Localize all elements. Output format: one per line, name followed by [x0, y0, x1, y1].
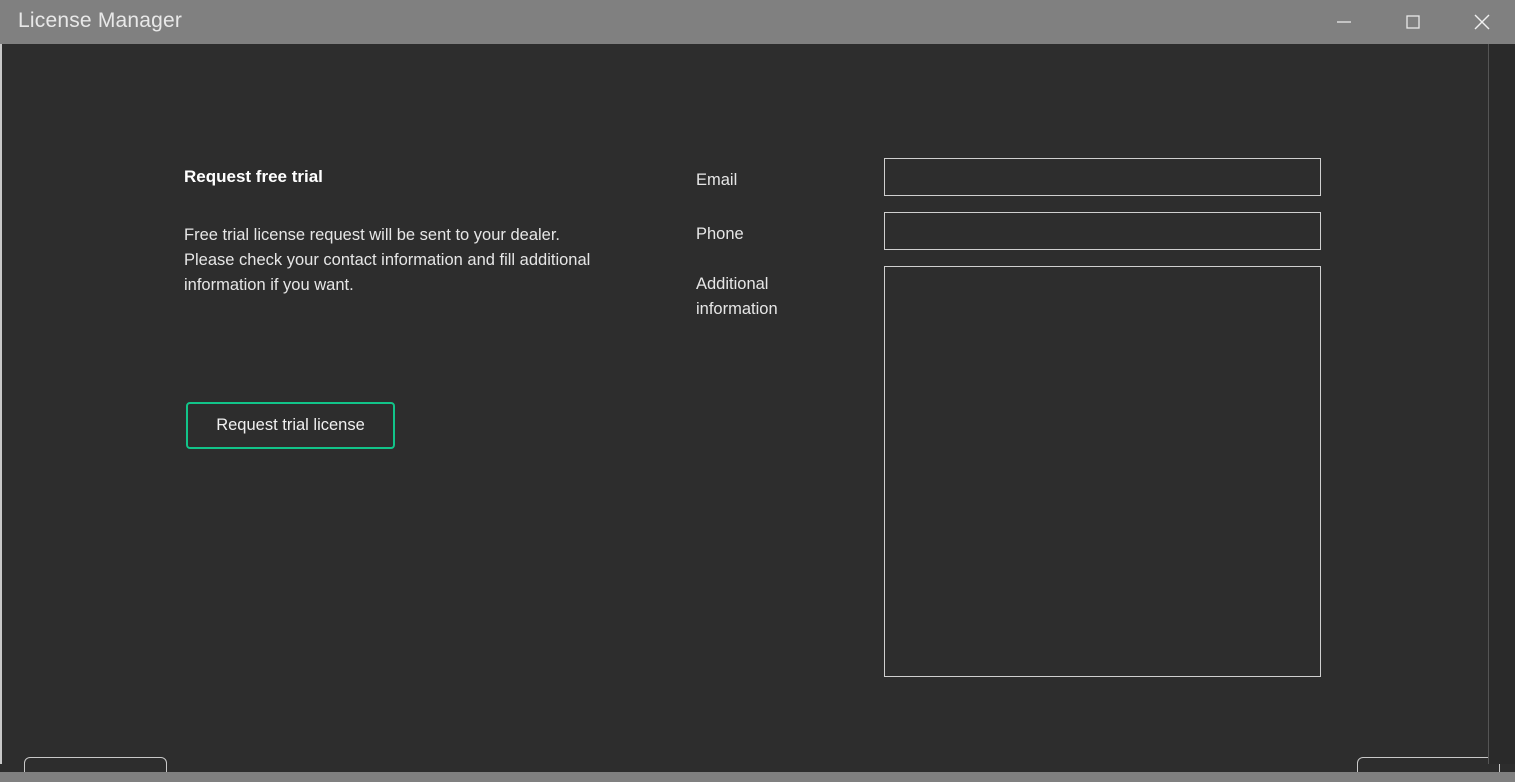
request-trial-license-button[interactable]: Request trial license: [186, 402, 395, 449]
minimize-button[interactable]: [1309, 0, 1378, 44]
title-bar[interactable]: License Manager: [0, 0, 1515, 44]
phone-label: Phone: [696, 222, 744, 247]
close-icon: [1471, 11, 1493, 33]
additional-information-textarea[interactable]: [884, 266, 1321, 677]
panel-description: Free trial license request will be sent …: [184, 223, 614, 298]
close-window-button[interactable]: [1447, 0, 1515, 44]
additional-information-label: Additional information: [696, 272, 836, 322]
email-input[interactable]: [884, 158, 1321, 196]
window-title: License Manager: [18, 9, 182, 33]
maximize-button[interactable]: [1378, 0, 1447, 44]
license-manager-window: License Manager: [0, 0, 1515, 782]
page-title: Request free trial: [184, 167, 323, 187]
taskbar-strip: [0, 772, 1515, 782]
window-right-gutter: [1489, 44, 1515, 764]
email-label: Email: [696, 168, 737, 193]
phone-input[interactable]: [884, 212, 1321, 250]
main-content: Request free trial Free trial license re…: [2, 44, 1489, 772]
minimize-icon: [1335, 13, 1353, 31]
maximize-icon: [1404, 13, 1422, 31]
